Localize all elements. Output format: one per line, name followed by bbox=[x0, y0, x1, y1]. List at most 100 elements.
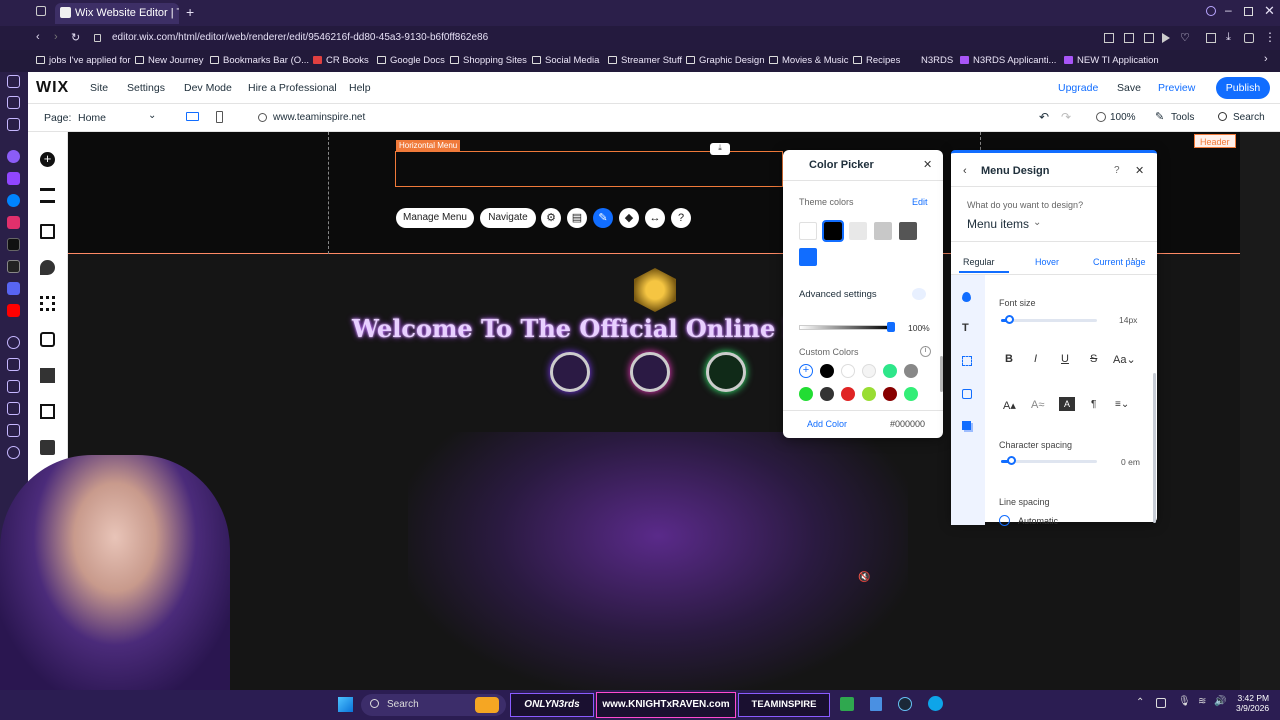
apps-icon[interactable] bbox=[40, 296, 55, 311]
taskbar-search[interactable]: Search bbox=[361, 694, 506, 716]
notepad-icon[interactable] bbox=[870, 697, 882, 711]
search-button[interactable]: Search bbox=[1233, 112, 1265, 123]
sidebar-app-icon[interactable] bbox=[7, 150, 20, 163]
scrollbar[interactable] bbox=[940, 356, 943, 392]
custom-swatch[interactable] bbox=[862, 364, 876, 378]
forward-icon[interactable]: › bbox=[54, 31, 58, 43]
url-field[interactable]: editor.wix.com/html/editor/web/renderer/… bbox=[112, 32, 488, 43]
cms-icon[interactable] bbox=[40, 404, 55, 419]
publish-button[interactable]: Publish bbox=[1216, 77, 1270, 99]
text-effect-icon[interactable]: A bbox=[1059, 397, 1075, 411]
tab-hover[interactable]: Hover bbox=[1035, 257, 1059, 267]
profile-icon[interactable] bbox=[1244, 33, 1254, 43]
bookmark-item[interactable]: N3RDS Applicanti... bbox=[960, 55, 1056, 66]
font-size-handle[interactable] bbox=[1004, 315, 1014, 324]
onlyn3rds-banner[interactable]: ONLYN3rds bbox=[510, 693, 594, 717]
discord-icon[interactable] bbox=[7, 282, 20, 295]
play-icon[interactable] bbox=[1162, 33, 1170, 43]
media-icon[interactable] bbox=[40, 368, 55, 383]
add-color-button[interactable]: Add Color bbox=[807, 419, 847, 429]
bookmark-item[interactable]: Graphic Design bbox=[686, 55, 764, 66]
edit-theme-link[interactable]: Edit bbox=[912, 197, 928, 207]
bookmark-item[interactable]: CR Books bbox=[313, 55, 369, 66]
zoom-icon[interactable] bbox=[1096, 112, 1106, 122]
custom-swatch[interactable] bbox=[904, 364, 918, 378]
sidebar-app-icon[interactable] bbox=[7, 118, 20, 131]
start-icon[interactable] bbox=[338, 697, 353, 712]
zoom-level[interactable]: 100% bbox=[1110, 112, 1136, 123]
more-icon[interactable]: ··· bbox=[1127, 253, 1138, 265]
character-spacing-handle[interactable] bbox=[1006, 456, 1016, 465]
download-icon[interactable]: ⤓ bbox=[1226, 31, 1231, 44]
settings-icon[interactable]: ⚙ bbox=[541, 208, 561, 228]
stretch-icon[interactable]: ↔ bbox=[645, 208, 665, 228]
theme-swatch[interactable] bbox=[899, 222, 917, 240]
tray-app-icon[interactable] bbox=[1156, 698, 1166, 708]
save-button[interactable]: Save bbox=[1117, 82, 1141, 94]
add-elements-icon[interactable]: + bbox=[40, 152, 55, 167]
theme-swatch[interactable] bbox=[822, 220, 844, 242]
back-icon[interactable]: ‹ bbox=[36, 31, 40, 43]
bookmark-item[interactable]: N3RDS bbox=[908, 55, 953, 66]
kick-social-icon[interactable] bbox=[706, 352, 746, 392]
custom-swatch[interactable] bbox=[841, 364, 855, 378]
knightxraven-banner[interactable]: www.KNIGHTxRAVEN.com bbox=[596, 692, 736, 718]
bookmark-item[interactable]: Shopping Sites bbox=[450, 55, 527, 66]
excel-icon[interactable] bbox=[840, 697, 854, 711]
animation-icon[interactable]: ◆ bbox=[619, 208, 639, 228]
close-icon[interactable]: ✕ bbox=[1135, 164, 1144, 177]
tab-actions-icon[interactable] bbox=[36, 6, 46, 16]
chevron-down-icon[interactable]: ⌄ bbox=[1033, 217, 1041, 228]
shadow-icon[interactable] bbox=[962, 421, 971, 430]
pages-icon[interactable] bbox=[40, 224, 55, 239]
design-brush-icon[interactable]: ✎ bbox=[593, 208, 613, 228]
alignment-icon[interactable]: ≡⌄ bbox=[1115, 399, 1129, 410]
font-size-slider[interactable] bbox=[1001, 319, 1097, 322]
wix-logo[interactable]: WIX bbox=[36, 79, 69, 97]
download-handle-icon[interactable]: ⤓ bbox=[710, 143, 730, 155]
mute-icon[interactable]: 🔇 bbox=[858, 572, 870, 583]
ext-icon[interactable] bbox=[1144, 33, 1154, 43]
advanced-settings-label[interactable]: Advanced settings bbox=[799, 289, 877, 300]
maximize-icon[interactable] bbox=[1244, 7, 1253, 16]
bookmark-item[interactable]: New Journey bbox=[135, 55, 203, 66]
back-icon[interactable]: ‹ bbox=[963, 165, 967, 177]
theme-swatch[interactable] bbox=[849, 222, 867, 240]
text-color-icon[interactable]: A▴ bbox=[1003, 399, 1016, 412]
search-icon[interactable] bbox=[1218, 112, 1227, 121]
tools-button[interactable]: Tools bbox=[1171, 112, 1194, 123]
bookmark-item[interactable]: Streamer Stuff bbox=[608, 55, 682, 66]
theme-swatch[interactable] bbox=[799, 248, 817, 266]
ext-icon[interactable] bbox=[1104, 33, 1114, 43]
search-tabs-icon[interactable] bbox=[1206, 6, 1216, 16]
youtube-icon[interactable] bbox=[7, 304, 20, 317]
clock[interactable]: 3:42 PM 3/9/2026 bbox=[1236, 693, 1269, 713]
custom-swatch[interactable] bbox=[862, 387, 876, 401]
settings-icon[interactable] bbox=[7, 446, 20, 459]
business-icon[interactable] bbox=[40, 332, 55, 347]
instagram-icon[interactable] bbox=[7, 216, 20, 229]
design-target-select[interactable]: Menu items bbox=[967, 217, 1029, 231]
new-tab-icon[interactable]: + bbox=[186, 4, 194, 20]
highlight-icon[interactable]: A≈ bbox=[1031, 399, 1044, 411]
opacity-slider[interactable] bbox=[799, 325, 891, 330]
sections-icon[interactable] bbox=[40, 188, 55, 203]
portfolio-icon[interactable] bbox=[40, 440, 55, 455]
text-case-button[interactable]: Aa⌄ bbox=[1113, 353, 1136, 366]
radio-automatic[interactable] bbox=[999, 515, 1010, 526]
tools-icon[interactable]: ✎ bbox=[1155, 110, 1164, 123]
line-spacing-automatic[interactable]: Automatic bbox=[1018, 516, 1058, 526]
menu-site[interactable]: Site bbox=[90, 82, 108, 94]
mic-icon[interactable]: 🎙 bbox=[1178, 696, 1191, 707]
tab-wix-editor[interactable]: Wix Website Editor | Team bbox=[55, 3, 179, 24]
horizontal-menu-element[interactable] bbox=[395, 151, 783, 187]
custom-swatch[interactable] bbox=[820, 364, 834, 378]
character-spacing-value[interactable]: 0 em bbox=[1121, 457, 1140, 467]
messenger-icon[interactable] bbox=[7, 194, 20, 207]
menu-icon[interactable]: ⋮ bbox=[1264, 30, 1276, 44]
browser-taskbar-icon[interactable] bbox=[928, 696, 943, 711]
twitch-icon[interactable] bbox=[7, 172, 20, 185]
help-icon[interactable]: ? bbox=[671, 208, 691, 228]
x-icon[interactable] bbox=[7, 260, 20, 273]
text-icon[interactable]: T bbox=[962, 322, 969, 334]
